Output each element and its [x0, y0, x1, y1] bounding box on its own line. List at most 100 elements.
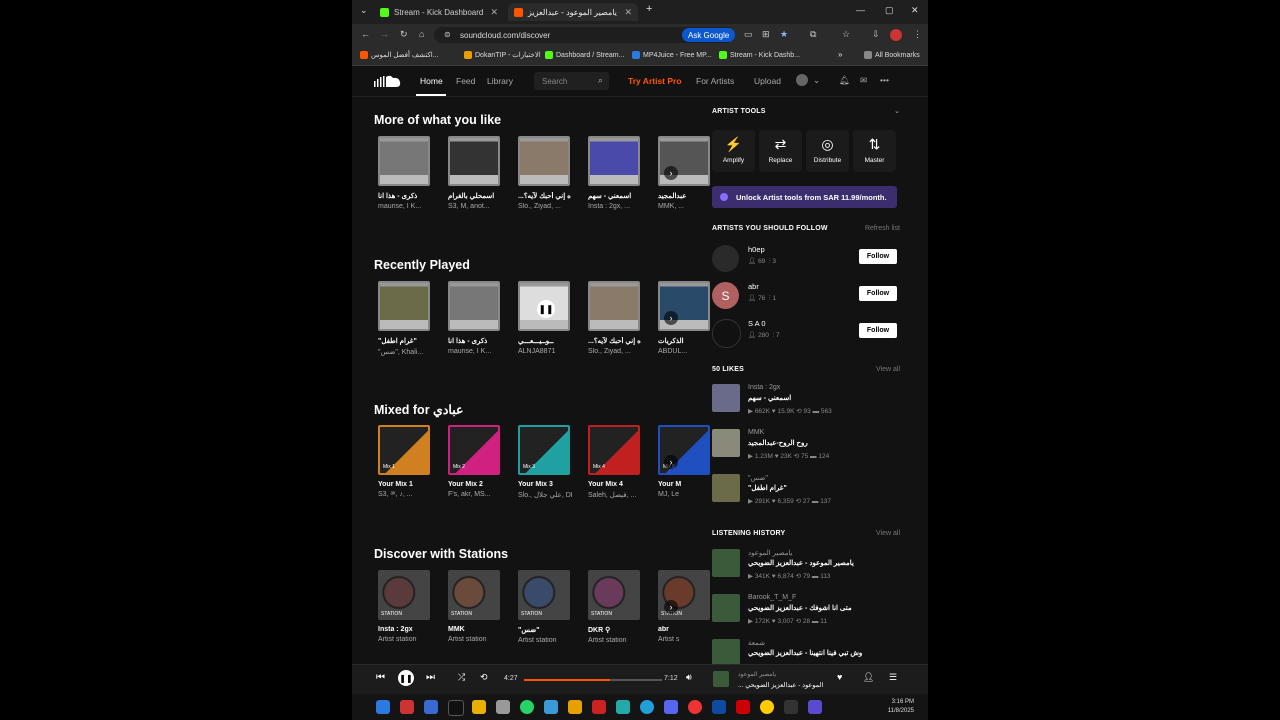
track-title[interactable]: متى انا اشوفك - عبدالعزيز الضويحي — [748, 604, 852, 612]
avatar[interactable] — [712, 245, 739, 272]
bookmark-item[interactable]: DokanTIP - الاختيارات — [464, 51, 541, 59]
card-title[interactable]: ...ه إني أحبك لآيه؟ — [518, 192, 572, 200]
site-info-icon[interactable]: ⊜ — [444, 30, 451, 39]
search-icon[interactable]: ⌕ — [598, 75, 603, 86]
nav-home[interactable]: Home — [420, 76, 443, 86]
tool-distribute[interactable]: ◎ Distribute — [806, 130, 849, 172]
card-title[interactable]: ...ه إني أحبك لآيه؟ — [588, 337, 642, 345]
cover-art[interactable]: Mix 1 — [378, 425, 430, 475]
menu-icon[interactable]: ⋮ — [913, 29, 922, 40]
cover-art[interactable] — [588, 281, 640, 331]
profile-avatar[interactable] — [890, 29, 902, 41]
chevron-down-icon[interactable]: ⌄ — [813, 75, 820, 86]
refresh-list-link[interactable]: Refresh list — [865, 225, 900, 232]
track-user[interactable]: MMK — [748, 429, 764, 436]
card-title[interactable]: Your Mix 1 — [378, 481, 432, 488]
shuffle-icon[interactable]: ⤮ — [458, 672, 465, 683]
volume-icon[interactable]: 🔊︎ — [686, 672, 692, 683]
app-icon[interactable] — [784, 700, 798, 714]
queue-icon[interactable]: ☰ — [889, 672, 897, 683]
app-icon[interactable] — [400, 700, 414, 714]
card-title[interactable]: DKR ⚲ — [588, 626, 642, 634]
app-icon[interactable] — [808, 700, 822, 714]
previous-icon[interactable]: ⏮ — [376, 672, 385, 683]
follow-button[interactable]: Follow — [859, 286, 897, 301]
unlock-artist-tools-banner[interactable]: Unlock Artist tools from SAR 11.99/month… — [712, 186, 897, 208]
track-user[interactable]: Insta : 2gx — [748, 384, 780, 391]
system-clock[interactable]: 3:16 PM 11/8/2025 — [888, 698, 914, 716]
track-user[interactable]: يامصير الموعود — [748, 549, 792, 557]
tiktok-icon[interactable] — [448, 700, 464, 716]
card-recently-played[interactable]: ❚❚ ــوــيـــعـــي ALNJA8871 — [518, 281, 572, 355]
bookmark-item[interactable]: اكتشف أفضل الموس... — [360, 51, 439, 59]
tool-master[interactable]: ⇅ Master — [853, 130, 896, 172]
home-icon[interactable]: ⌂ — [419, 29, 424, 39]
reload-icon[interactable]: ↻ — [400, 29, 408, 40]
track-row[interactable]: MMK روح الروح-عبدالمجيد ▶ 1.23M ♥ 23K ⟲ 75… — [712, 427, 900, 471]
track-title[interactable]: يامصير الموعود - عبدالعزيز الضويحي — [748, 559, 854, 567]
whatsapp-icon[interactable] — [520, 700, 534, 714]
card-more-like[interactable]: اسمحلي بالغرام S3, M, anot... — [448, 136, 502, 210]
card-stations[interactable]: STATION MMK Artist station — [448, 570, 502, 643]
nav-feed[interactable]: Feed — [456, 76, 475, 86]
card-stations[interactable]: STATION "ضس" Artist station — [518, 570, 572, 644]
app-icon[interactable] — [616, 700, 630, 714]
try-artist-pro-link[interactable]: Try Artist Pro — [628, 76, 682, 86]
card-title[interactable]: اسمحلي بالغرام — [448, 192, 502, 200]
track-row[interactable]: Barook_T_M_F متى انا اشوفك - عبدالعزيز ال… — [712, 592, 900, 636]
back-icon[interactable]: ← — [361, 29, 370, 39]
cover-art[interactable]: Mix 2 — [448, 425, 500, 475]
card-title[interactable]: اسمعني - سهم — [588, 192, 642, 200]
avatar[interactable]: S — [712, 282, 739, 309]
track-user[interactable]: Barook_T_M_F — [748, 594, 796, 601]
bookmark-icon[interactable]: ☆ — [842, 29, 850, 40]
bookmark-item[interactable]: Stream - Kick Dashb... — [719, 51, 800, 59]
cover-art[interactable] — [518, 136, 570, 186]
track-artwork[interactable] — [712, 384, 740, 412]
telegram-icon[interactable] — [640, 700, 654, 714]
close-tab-icon[interactable]: ✕ — [624, 7, 632, 18]
track-artwork[interactable] — [712, 474, 740, 502]
progress-bar[interactable] — [524, 679, 662, 681]
now-playing-title[interactable]: ... الموعود - عبدالعزيز الضويحي — [738, 681, 823, 689]
cover-art[interactable] — [448, 281, 500, 331]
more-bookmarks-icon[interactable]: » — [838, 50, 842, 59]
track-user[interactable]: شمعة — [748, 639, 765, 647]
discord-icon[interactable] — [664, 700, 678, 714]
cover-art[interactable]: Mix 4 — [588, 425, 640, 475]
messages-icon[interactable]: ✉ — [860, 75, 867, 86]
card-mixed-for[interactable]: Mix 2 Your Mix 2 F's, akr, MS... — [448, 425, 502, 498]
track-artwork[interactable] — [712, 549, 740, 577]
tab-soundcloud[interactable]: يامصير الموعود - عبدالعزيز ✕ — [508, 3, 638, 21]
chevron-right-icon[interactable]: › — [664, 311, 678, 325]
track-artwork[interactable] — [712, 429, 740, 457]
card-title[interactable]: ذكرى - هذا انا — [448, 337, 502, 345]
upload-link[interactable]: Upload — [754, 76, 781, 86]
view-all-likes-link[interactable]: View all — [876, 366, 900, 373]
chevron-right-icon[interactable]: › — [664, 166, 678, 180]
card-title[interactable]: Your M — [658, 481, 712, 488]
like-icon[interactable]: ♥ — [837, 672, 842, 682]
track-row[interactable]: Insta : 2gx اسمعني - سهم ▶ 662K ♥ 15.9K ⟲ … — [712, 382, 900, 426]
file-explorer-icon[interactable] — [472, 700, 486, 714]
star-icon[interactable]: ★ — [780, 29, 788, 40]
card-title[interactable]: Insta : 2gx — [378, 626, 432, 633]
app-icon[interactable] — [568, 700, 582, 714]
card-mixed-for[interactable]: Mix 4 Your Mix 4 Saleh, فيصل, ... — [588, 425, 642, 499]
card-more-like[interactable]: اسمعني - سهم Insta : 2gx, ... — [588, 136, 642, 210]
card-title[interactable]: MMK — [448, 626, 502, 633]
card-recently-played[interactable]: "غرام اطفل" "ضس", Khali... — [378, 281, 432, 356]
chevron-right-icon[interactable]: › — [664, 600, 678, 614]
minimize-icon[interactable]: — — [856, 5, 865, 15]
extensions-icon[interactable]: ⧉ — [810, 29, 816, 40]
track-user[interactable]: "ضس" — [748, 474, 768, 482]
collapse-chevron-icon[interactable]: ⌄ — [894, 107, 900, 115]
cover-art[interactable]: STATION — [588, 570, 640, 620]
maximize-icon[interactable]: ▢ — [885, 5, 894, 16]
app-icon[interactable] — [712, 700, 726, 714]
bookmark-item[interactable]: Dashboard / Stream... — [545, 51, 624, 59]
cover-art[interactable] — [378, 281, 430, 331]
card-title[interactable]: Your Mix 2 — [448, 481, 502, 488]
card-title[interactable]: Your Mix 3 — [518, 481, 572, 488]
app-icon[interactable] — [592, 700, 606, 714]
